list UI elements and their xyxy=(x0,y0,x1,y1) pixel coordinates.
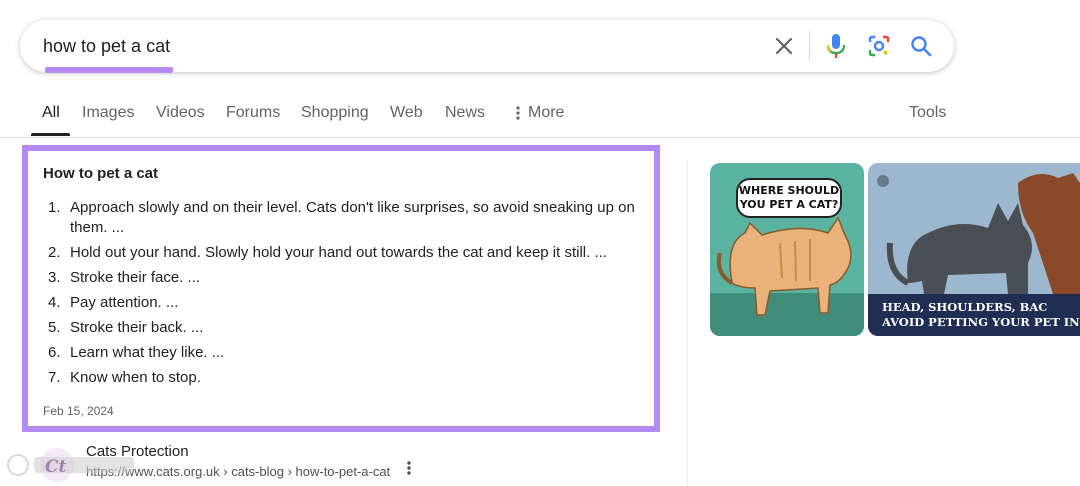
step-number: 2. xyxy=(48,244,61,261)
snippet-step: 3. Stroke their face. ... xyxy=(43,268,643,288)
search-icon[interactable] xyxy=(907,32,935,60)
search-input[interactable] xyxy=(43,34,743,58)
step-text: Stroke their face. ... xyxy=(70,269,201,286)
tab-shopping[interactable]: Shopping xyxy=(301,104,369,122)
snippet-step: 2. Hold out your hand. Slowly hold your h… xyxy=(43,243,643,263)
mic-icon[interactable] xyxy=(822,32,850,60)
tab-more-label: More xyxy=(528,104,565,121)
search-tabs: All Images Videos Forums Shopping Web Ne… xyxy=(0,96,1080,138)
query-highlight xyxy=(45,67,173,73)
step-text: Stroke their back. ... xyxy=(70,319,204,336)
more-vert-icon[interactable] xyxy=(403,460,415,482)
tab-more[interactable]: More xyxy=(514,104,564,122)
step-number: 4. xyxy=(48,294,61,311)
more-vert-icon xyxy=(516,106,520,120)
tab-active-indicator xyxy=(31,133,70,136)
image-result-cat-petting-chart[interactable]: WHERE SHOULD YOU PET A CAT? xyxy=(710,163,864,336)
tab-all[interactable]: All xyxy=(42,104,60,122)
snippet-step: 1. Approach slowly and on their level. Ca… xyxy=(43,198,643,238)
image-result-cat-petting-map[interactable]: HEAD, SHOULDERS, BAC AVOID PETTING YOUR … xyxy=(868,163,1080,336)
tab-forums[interactable]: Forums xyxy=(226,104,280,122)
snippet-date: Feb 15, 2024 xyxy=(43,404,114,418)
tab-images[interactable]: Images xyxy=(82,104,134,122)
snippet-step: 6. Learn what they like. ... xyxy=(43,343,643,363)
step-number: 6. xyxy=(48,344,61,361)
close-icon[interactable] xyxy=(770,32,798,60)
featured-snippet: How to pet a cat 1. Approach slowly and o… xyxy=(22,145,660,432)
column-divider xyxy=(687,160,688,486)
image-caption-line: HEAD, SHOULDERS, BAC xyxy=(882,300,1048,314)
snippet-title: How to pet a cat xyxy=(43,165,159,182)
tab-news[interactable]: News xyxy=(445,104,485,122)
step-text: Hold out your hand. Slowly hold your han… xyxy=(70,244,607,261)
snippet-steps: 1. Approach slowly and on their level. Ca… xyxy=(43,198,643,393)
image-caption: HEAD, SHOULDERS, BAC AVOID PETTING YOUR … xyxy=(868,294,1080,336)
image-caption-line: AVOID PETTING YOUR PET IN TH xyxy=(882,315,1080,329)
snippet-step: 5. Stroke their back. ... xyxy=(43,318,643,338)
tab-web[interactable]: Web xyxy=(390,104,423,122)
step-text: Pay attention. ... xyxy=(70,294,179,311)
tabs-divider xyxy=(0,137,1080,138)
search-bar xyxy=(20,20,954,73)
step-text: Learn what they like. ... xyxy=(70,344,225,361)
tools-button[interactable]: Tools xyxy=(909,104,946,122)
image-title-text: WHERE SHOULD YOU PET A CAT? xyxy=(736,178,842,218)
step-text: Approach slowly and on their level. Cats… xyxy=(70,199,635,236)
tab-videos[interactable]: Videos xyxy=(156,104,205,122)
search-divider xyxy=(809,31,810,61)
step-number: 1. xyxy=(48,199,61,216)
step-text: Know when to stop. xyxy=(70,369,201,386)
step-number: 7. xyxy=(48,369,61,386)
step-number: 5. xyxy=(48,319,61,336)
snippet-step: 4. Pay attention. ... xyxy=(43,293,643,313)
watermark-logo xyxy=(4,447,144,483)
snippet-step: 7. Know when to stop. xyxy=(43,368,643,388)
step-number: 3. xyxy=(48,269,61,286)
lens-icon[interactable] xyxy=(865,32,893,60)
